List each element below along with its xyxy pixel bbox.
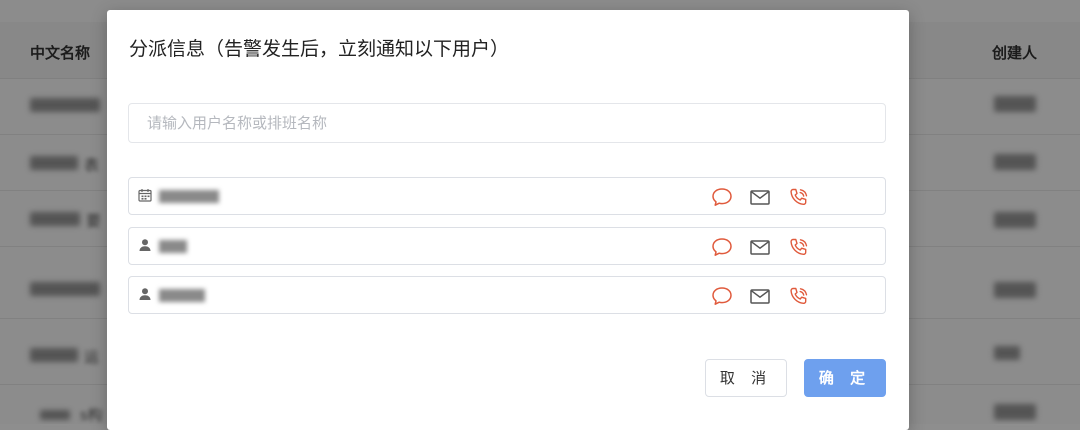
- recipient-name-redacted: [159, 190, 219, 203]
- chat-bubble-icon[interactable]: [711, 187, 733, 207]
- phone-call-icon[interactable]: [788, 187, 810, 207]
- recipient-row: [128, 227, 886, 265]
- mail-icon[interactable]: [749, 286, 771, 306]
- mail-icon[interactable]: [749, 237, 771, 257]
- user-icon: [139, 239, 151, 251]
- dialog-title: 分派信息（告警发生后，立刻通知以下用户）: [129, 39, 510, 60]
- phone-call-icon[interactable]: [788, 237, 810, 257]
- chat-bubble-icon[interactable]: [711, 286, 733, 306]
- recipient-row: [128, 276, 886, 314]
- phone-call-icon[interactable]: [788, 286, 810, 306]
- assign-dialog: 分派信息（告警发生后，立刻通知以下用户） 请输入用户名称或排班名称 取 消 确 …: [107, 10, 909, 430]
- confirm-button[interactable]: 确 定: [804, 359, 886, 397]
- mail-icon[interactable]: [749, 187, 771, 207]
- recipient-name-redacted: [159, 240, 187, 253]
- user-search-input[interactable]: [128, 103, 886, 143]
- recipient-name-redacted: [159, 289, 205, 302]
- cancel-button[interactable]: 取 消: [705, 359, 787, 397]
- user-icon: [139, 288, 151, 300]
- calendar-icon: [138, 189, 152, 202]
- chat-bubble-icon[interactable]: [711, 237, 733, 257]
- recipient-row: [128, 177, 886, 215]
